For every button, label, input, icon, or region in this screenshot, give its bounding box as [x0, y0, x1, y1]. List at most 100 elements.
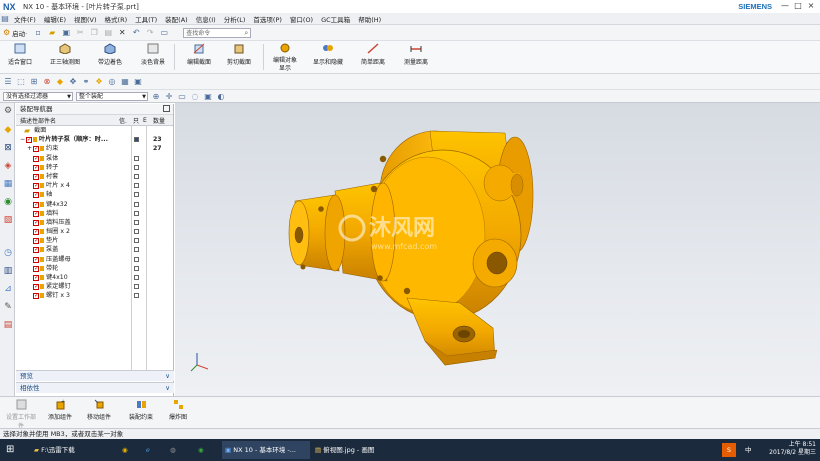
navigator-tree-row[interactable]: 带轮 — [16, 264, 174, 273]
menu-app-icon[interactable]: ▤ — [1, 13, 9, 25]
column-e[interactable]: E — [143, 117, 147, 124]
explode-icon[interactable]: ❖ — [94, 77, 104, 87]
clip-section-button[interactable]: 剪切截面 — [224, 43, 254, 73]
roles-icon[interactable]: ▤ — [3, 320, 13, 330]
window-switch-icon[interactable]: ▭ — [158, 27, 170, 39]
menu-icon[interactable]: ☰ — [3, 77, 13, 87]
readonly-checkbox[interactable] — [134, 137, 139, 143]
reference-icon[interactable]: ◎ — [107, 77, 117, 87]
app-icon[interactable]: ◍ — [170, 441, 176, 459]
menu-tools[interactable]: 工具(T) — [131, 14, 161, 24]
selection-filter-select[interactable]: 没有选择过滤器 ▼ — [3, 91, 73, 101]
navigator-tree-row[interactable]: 螺钉 x 3 — [16, 291, 174, 301]
visibility-checkbox[interactable] — [33, 163, 39, 172]
snap-point-icon[interactable]: ✛ — [164, 91, 174, 101]
paste-icon[interactable]: ▤ — [102, 27, 114, 39]
navigator-tree-row[interactable]: 键4x10 — [16, 273, 174, 282]
layer-icon[interactable]: ▦ — [120, 77, 130, 87]
menu-info[interactable]: 信息(I) — [192, 14, 220, 24]
copy-icon[interactable]: ❐ — [88, 27, 100, 39]
show-hide-button[interactable]: 显示和隐藏 — [310, 43, 346, 73]
command-search-input[interactable]: 查找命令 ⌕ — [183, 27, 252, 38]
reuse-library-icon[interactable]: ▦ — [3, 179, 13, 189]
cut-icon[interactable]: ✂ — [74, 27, 86, 39]
menu-edit[interactable]: 编辑(E) — [40, 14, 70, 24]
menu-view[interactable]: 视图(V) — [70, 14, 101, 24]
system-clock[interactable]: 上午 8:51 2017/8/2 星期三 — [769, 441, 816, 457]
navigator-tree-row[interactable]: 紧定螺钉 — [16, 282, 174, 291]
manufacturing-wizard-icon[interactable]: ✎ — [3, 302, 13, 312]
edit-object-display-button[interactable]: 编辑对象显示 — [268, 43, 302, 73]
chrome-icon[interactable]: ◉ — [122, 441, 128, 459]
readonly-checkbox[interactable] — [134, 229, 139, 235]
select-icon[interactable]: ⬚ — [16, 77, 26, 87]
filter-reset-icon[interactable]: ⊕ — [151, 91, 161, 101]
visibility-checkbox[interactable] — [33, 264, 39, 273]
navigator-tree-row[interactable]: 泵盖 — [16, 245, 174, 255]
navigator-tree-row[interactable]: 挡圈 x 2 — [16, 227, 174, 236]
visibility-checkbox[interactable] — [33, 227, 39, 236]
outlet-port[interactable] — [486, 251, 508, 275]
navigator-tree-row[interactable]: 转子 — [16, 163, 174, 172]
navigator-tree-row[interactable]: + 约束 27 — [16, 144, 174, 153]
redo-icon[interactable]: ↷ — [144, 27, 156, 39]
new-icon[interactable]: ▫ — [32, 27, 44, 39]
collapse-icon[interactable]: − — [20, 135, 25, 144]
exploded-view-button[interactable]: 爆炸图 — [161, 399, 195, 421]
menu-format[interactable]: 格式(R) — [101, 14, 132, 24]
add-component-button[interactable]: + 添加组件 — [43, 399, 77, 421]
readonly-checkbox[interactable] — [134, 183, 139, 189]
constraint-navigator-icon[interactable]: ⊠ — [3, 143, 13, 153]
visibility-checkbox[interactable] — [33, 144, 39, 154]
navigator-tree-row[interactable]: 键4x32 — [16, 200, 174, 209]
light-background-button[interactable]: 淡色背景 — [139, 43, 167, 73]
maximize-button[interactable]: □ — [793, 1, 803, 10]
settings-icon[interactable]: ⚙ — [3, 106, 13, 116]
visibility-checkbox[interactable] — [33, 273, 39, 282]
navigator-tree-row[interactable]: − 叶片转子泵（顺序：时... 23 — [16, 135, 174, 144]
menu-analysis[interactable]: 分析(L) — [220, 14, 250, 24]
visibility-checkbox[interactable] — [33, 200, 39, 209]
visibility-checkbox[interactable] — [33, 218, 39, 227]
readonly-checkbox[interactable] — [134, 219, 139, 225]
select-box-icon[interactable]: ▭ — [177, 91, 187, 101]
menu-preferences[interactable]: 首选项(P) — [249, 14, 286, 24]
readonly-checkbox[interactable] — [134, 247, 139, 253]
readonly-checkbox[interactable] — [134, 265, 139, 271]
menu-window[interactable]: 窗口(O) — [286, 14, 317, 24]
visibility-checkbox[interactable] — [33, 172, 39, 181]
navigator-close-button[interactable] — [163, 105, 170, 112]
assembly-scope-select[interactable]: 整个装配 ▼ — [76, 91, 148, 101]
trimetric-view-button[interactable]: 正三轴测图 — [48, 43, 82, 73]
minimize-button[interactable]: — — [780, 1, 790, 10]
readonly-checkbox[interactable] — [134, 173, 139, 179]
sogou-ime-icon[interactable]: S — [722, 443, 736, 457]
shaded-edges-button[interactable]: 带边着色 — [96, 43, 124, 73]
expand-icon[interactable]: + — [27, 144, 32, 153]
taskbar-paint[interactable]: ▤ 俯视图.jpg - 画图 — [312, 441, 392, 459]
part-navigator-icon[interactable]: ◈ — [3, 161, 13, 171]
navigator-tree-row[interactable]: 泵体 — [16, 154, 174, 163]
menu-file[interactable]: 文件(F) — [10, 14, 40, 24]
assembly-navigator-icon[interactable]: ◆ — [3, 125, 13, 135]
navigator-tree-row[interactable]: 压盖螺母 — [16, 255, 174, 264]
visibility-checkbox[interactable] — [33, 291, 39, 301]
column-info[interactable]: 信. — [119, 116, 127, 125]
dependency-pane-header[interactable]: 相依性 ∨ — [16, 382, 174, 393]
menu-gc-toolbox[interactable]: GC工具箱 — [317, 14, 354, 24]
set-work-part-button[interactable]: 设置工作部件 — [4, 399, 38, 430]
green-app-icon[interactable]: ◉ — [198, 441, 204, 459]
column-name[interactable]: 描述性部件名 — [20, 116, 56, 125]
history-icon[interactable]: ◷ — [3, 248, 13, 258]
pump-assembly-model[interactable]: 沐风网 www.mfcad.com — [175, 103, 820, 396]
fit-window-button[interactable]: 适合窗口 — [6, 43, 34, 73]
visibility-checkbox[interactable] — [33, 245, 39, 255]
snap-icon[interactable]: ⊞ — [29, 77, 39, 87]
column-count[interactable]: 数量 — [153, 116, 165, 125]
navigator-tree-row[interactable]: 垫片 — [16, 236, 174, 245]
hd3d-tools-icon[interactable]: ▧ — [3, 215, 13, 225]
open-icon[interactable]: ▰ — [46, 27, 58, 39]
readonly-checkbox[interactable] — [134, 201, 139, 207]
visibility-checkbox[interactable] — [26, 135, 32, 144]
move-icon[interactable]: ✥ — [68, 77, 78, 87]
